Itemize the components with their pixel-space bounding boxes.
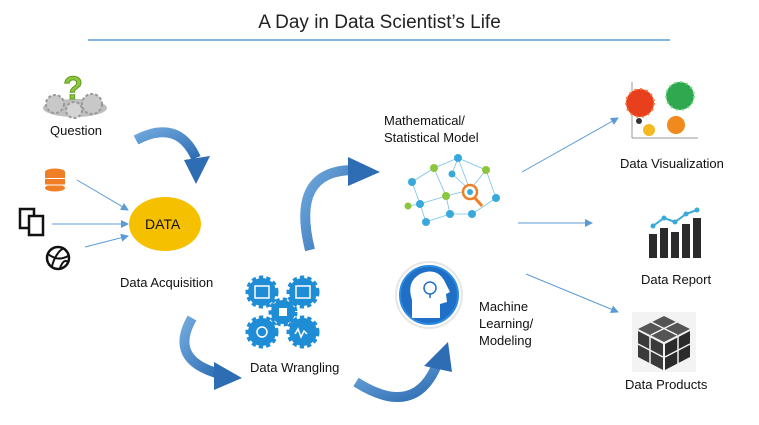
cubes-icon	[632, 312, 696, 372]
label-ml-line2: Learning/	[479, 316, 534, 331]
label-data-visualization: Data Visualization	[620, 156, 724, 171]
diagram-svg: ?	[18, 39, 701, 402]
label-model-line2: Statistical Model	[384, 130, 479, 145]
label-model-line1: Mathematical/	[384, 113, 465, 128]
diagram-canvas: A Day in Data Scientist’s Life ? Questio…	[0, 0, 759, 425]
label-data-wrangling: Data Wrangling	[250, 360, 340, 375]
label-data-products: Data Products	[625, 377, 708, 392]
bar-chart-icon	[649, 207, 701, 258]
label-ml-line1: Machine	[479, 299, 529, 314]
documents-icon	[18, 207, 45, 237]
curved-arrow-question-to-data	[133, 127, 210, 184]
svg-text:?: ?	[63, 70, 83, 106]
curved-arrow-to-model	[300, 157, 380, 252]
label-data-report: Data Report	[641, 272, 712, 287]
database-icon	[45, 168, 65, 192]
network-graph-icon	[404, 154, 500, 226]
ai-head-icon	[395, 261, 463, 329]
curved-arrow-to-ml	[353, 342, 452, 402]
label-data-acquisition: Data Acquisition	[120, 275, 214, 290]
label-data: DATA	[145, 216, 181, 232]
question-gears-icon: ?	[43, 70, 107, 119]
curved-arrow-to-wrangling	[179, 315, 242, 390]
gears-cluster-icon	[245, 275, 320, 349]
label-question: Question	[50, 123, 103, 138]
bubble-chart-icon	[625, 81, 698, 139]
globe-icon	[45, 245, 71, 271]
label-ml-line3: Modeling	[479, 333, 532, 348]
